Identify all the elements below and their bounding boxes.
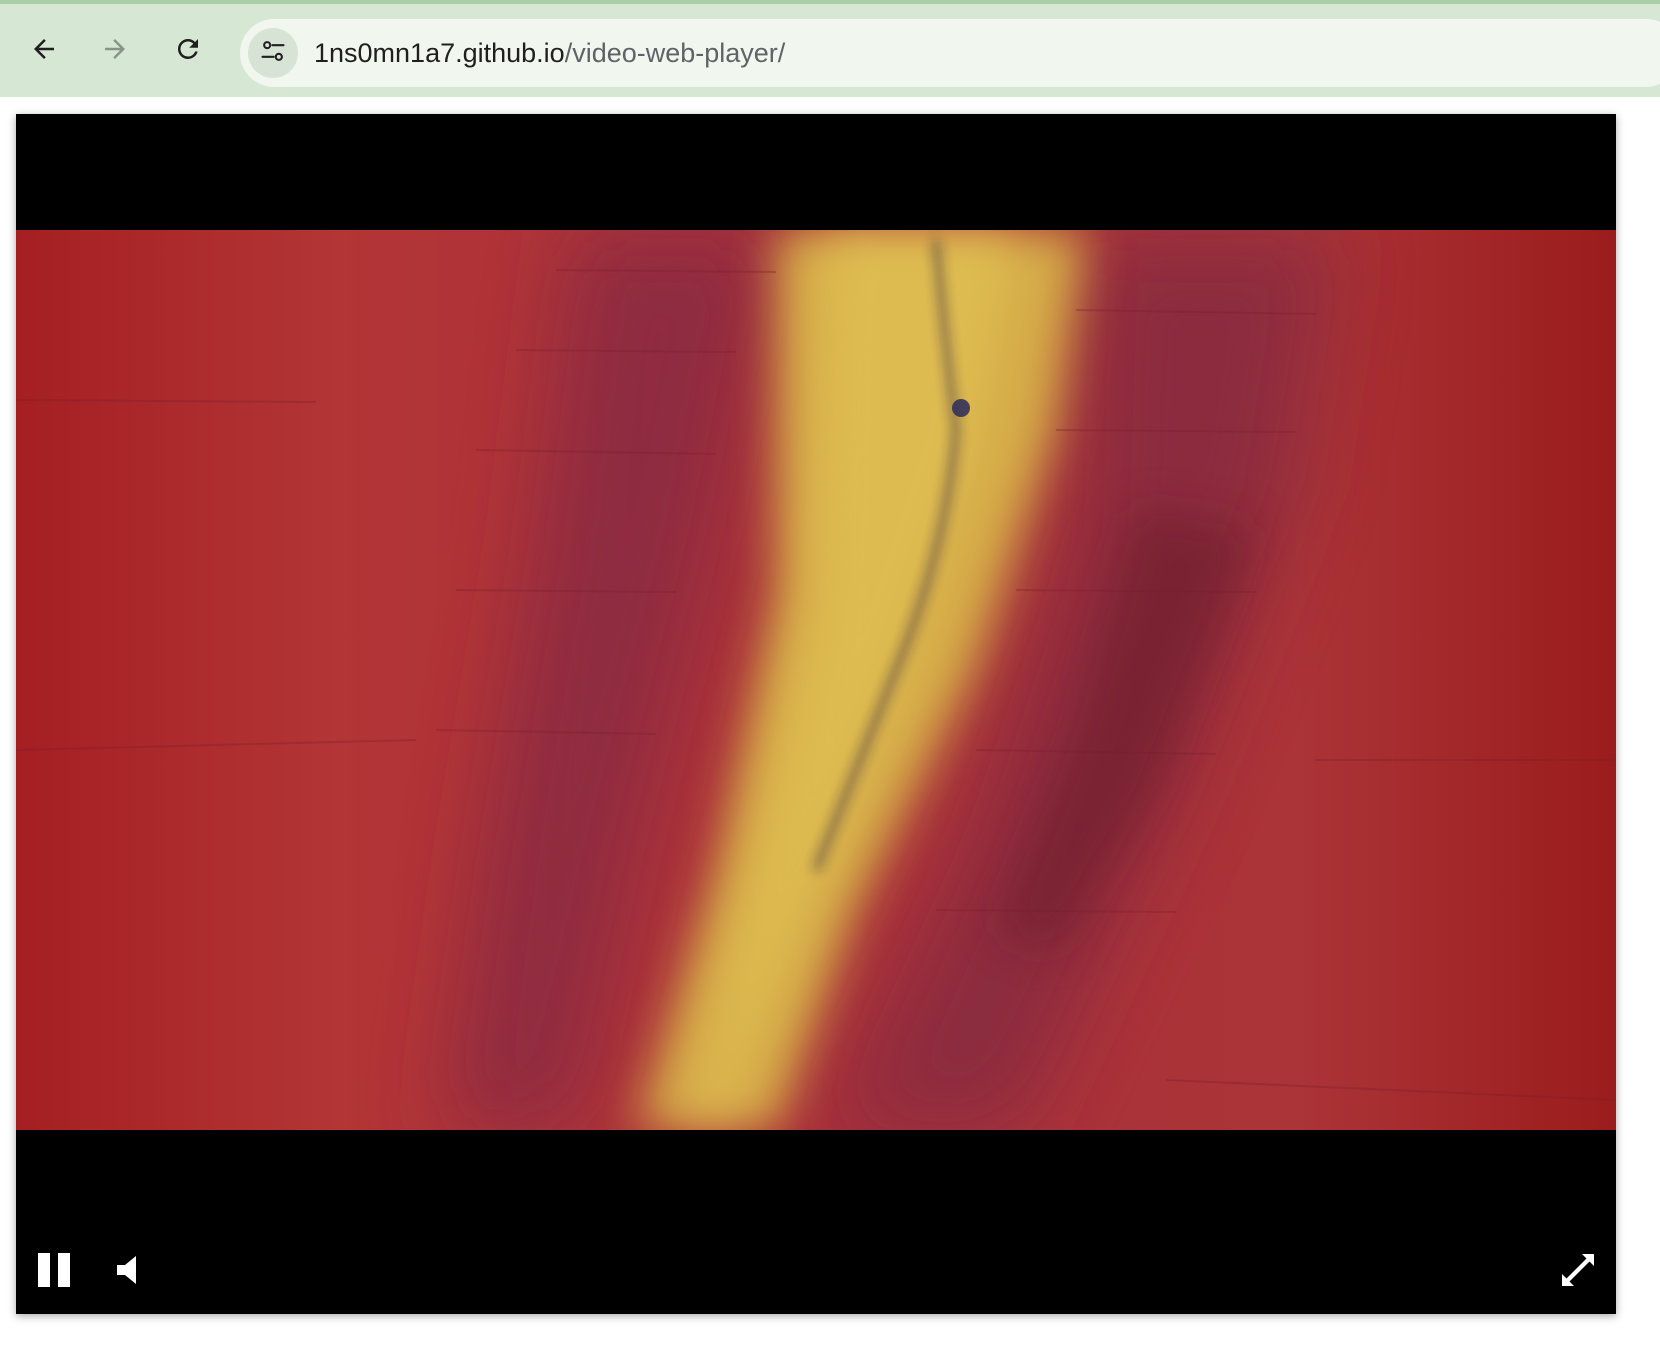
tune-icon — [259, 37, 287, 70]
arrow-left-icon — [29, 34, 59, 64]
fullscreen-icon — [1560, 1252, 1596, 1293]
reload-icon — [173, 34, 203, 64]
back-button[interactable] — [19, 24, 69, 74]
video-frame[interactable] — [16, 230, 1616, 1130]
volume-button[interactable] — [106, 1250, 150, 1294]
player-controls — [16, 1234, 1616, 1314]
browser-toolbar: 1ns0mn1a7.github.io/video-web-player/ — [0, 0, 1660, 97]
site-info-button[interactable] — [248, 28, 298, 78]
reload-button[interactable] — [163, 24, 213, 74]
volume-icon — [114, 1255, 142, 1290]
arrow-right-icon — [100, 34, 130, 64]
video-player[interactable] — [16, 114, 1616, 1314]
fullscreen-button[interactable] — [1556, 1250, 1600, 1294]
url-path: /video-web-player/ — [564, 38, 786, 68]
address-bar[interactable]: 1ns0mn1a7.github.io/video-web-player/ — [240, 19, 1660, 87]
url-host: 1ns0mn1a7.github.io — [314, 38, 565, 68]
pause-icon — [36, 1252, 72, 1293]
pause-button[interactable] — [32, 1250, 76, 1294]
url-text[interactable]: 1ns0mn1a7.github.io/video-web-player/ — [314, 19, 785, 87]
forward-button[interactable] — [90, 24, 140, 74]
